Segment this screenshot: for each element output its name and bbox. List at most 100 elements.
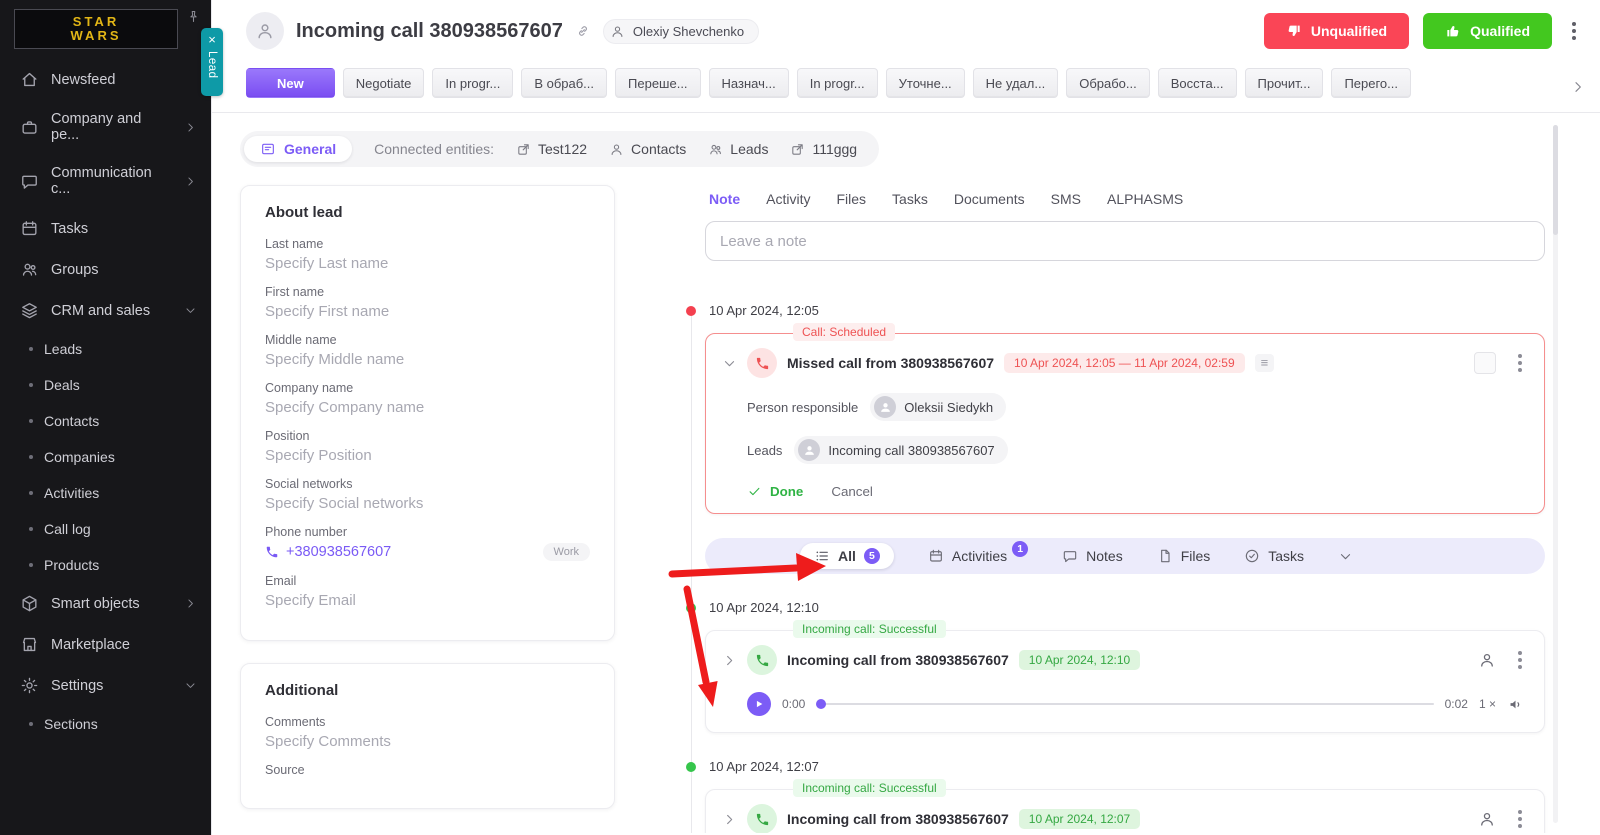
owner-chip[interactable]: Olexiy Shevchenko [602, 18, 760, 44]
sidebar-item-groups[interactable]: Groups [0, 249, 211, 290]
filter-chevron-down-icon[interactable] [1338, 549, 1353, 564]
lead-drawer-tab[interactable]: × Lead [201, 28, 223, 96]
sidebar-item-communication-c[interactable]: Communication c... [0, 154, 211, 208]
sidebar-item-settings[interactable]: Settings [0, 665, 211, 706]
pin-icon[interactable] [186, 9, 201, 24]
field-placeholder[interactable]: Specify Last name [265, 255, 590, 272]
done-button[interactable]: Done [747, 484, 803, 499]
volume-icon[interactable] [1507, 696, 1524, 713]
stage-button-9-item[interactable]: Обрабо... [1066, 68, 1150, 98]
note-input[interactable] [705, 221, 1545, 261]
composer-tab-alphasms[interactable]: ALPHASMS [1107, 191, 1183, 207]
sidebar-item-crm-and-sales[interactable]: CRM and sales [0, 290, 211, 331]
playback-rate[interactable]: 1 × [1479, 697, 1496, 711]
phone-link[interactable]: +380938567607 [265, 544, 391, 560]
field-placeholder[interactable]: Specify Position [265, 447, 590, 464]
avatar [798, 439, 821, 461]
stage-button-7-item[interactable]: Уточне... [885, 68, 965, 98]
chevron-down-icon [184, 304, 197, 317]
entry-menu-button[interactable] [1512, 350, 1528, 376]
field-placeholder[interactable]: Specify Comments [265, 733, 590, 750]
composer-tab-files[interactable]: Files [836, 191, 866, 207]
sidebar-subitem-deals[interactable]: Deals [0, 367, 211, 403]
sidebar-item-tasks[interactable]: Tasks [0, 208, 211, 249]
call-time-chip: 10 Apr 2024, 12:07 [1018, 809, 1141, 829]
audio-seekbar[interactable] [816, 699, 1434, 709]
stage-button-8-item[interactable]: Не удал... [972, 68, 1059, 98]
filter-activities[interactable]: Activities 1 [928, 541, 1029, 564]
entity-link-111ggg[interactable]: 111ggg [790, 141, 857, 157]
sidebar-subitem-contacts[interactable]: Contacts [0, 403, 211, 439]
sidebar-subitem-sections[interactable]: Sections [0, 706, 211, 742]
timeline-dot-green [686, 602, 696, 613]
sidebar-subitem-products[interactable]: Products [0, 547, 211, 583]
stages-scroll-right-icon[interactable] [1570, 79, 1586, 95]
header-menu-button[interactable] [1566, 18, 1582, 44]
store-icon [20, 635, 39, 654]
composer-tab-sms[interactable]: SMS [1051, 191, 1081, 207]
lead-header: Incoming call 380938567607 Olexiy Shevch… [212, 0, 1600, 62]
scrollbar-thumb[interactable] [1553, 125, 1558, 235]
person-responsible-chip[interactable]: Oleksii Siedykh [870, 393, 1007, 421]
filter-tasks[interactable]: Tasks [1244, 548, 1304, 564]
avatar [874, 396, 897, 418]
phone-type-chip: Work [542, 543, 590, 561]
field-placeholder[interactable]: Specify Email [265, 592, 590, 609]
call-title: Missed call from 380938567607 [787, 355, 995, 371]
field-placeholder[interactable]: Specify Social networks [265, 495, 590, 512]
sidebar-subitem-leads[interactable]: Leads [0, 331, 211, 367]
stage-button-3-item[interactable]: В обраб... [521, 68, 608, 98]
audio-seek-handle[interactable] [816, 699, 827, 709]
field-placeholder[interactable]: Specify Middle name [265, 351, 590, 368]
sidebar-item-company-and-pe[interactable]: Company and pe... [0, 100, 211, 154]
chevron-right-icon[interactable] [722, 812, 737, 827]
filter-files[interactable]: Files [1157, 548, 1210, 564]
sidebar-subitem-call-log[interactable]: Call log [0, 511, 211, 547]
field-placeholder[interactable]: Specify First name [265, 303, 590, 320]
stage-button-6-in-progr[interactable]: In progr... [796, 68, 878, 98]
lead-link-chip[interactable]: Incoming call 380938567607 [794, 436, 1008, 464]
entity-link-test122[interactable]: Test122 [516, 141, 587, 157]
sidebar-item-smart-objects[interactable]: Smart objects [0, 583, 211, 624]
entry-menu-button[interactable] [1512, 647, 1528, 673]
app-logo[interactable]: STAR WARS [14, 9, 178, 49]
cancel-button[interactable]: Cancel [831, 484, 873, 499]
stage-button-4-item[interactable]: Переше... [615, 68, 701, 98]
stage-button-11-item[interactable]: Прочит... [1244, 68, 1324, 98]
content-scrollbar[interactable] [1553, 125, 1558, 823]
close-icon[interactable]: × [208, 33, 216, 46]
stage-button-2-in-progr[interactable]: In progr... [432, 68, 514, 98]
filter-notes[interactable]: Notes [1062, 548, 1123, 564]
chevron-down-icon[interactable] [722, 356, 737, 371]
filter-all[interactable]: All 5 [800, 543, 894, 569]
field-placeholder[interactable]: Specify Company name [265, 399, 590, 416]
chat-icon [1062, 548, 1078, 564]
person-icon[interactable] [1478, 651, 1496, 669]
cube-icon [20, 594, 39, 613]
copy-link-icon[interactable] [575, 23, 591, 39]
stage-button-5-item[interactable]: Назнач... [708, 68, 789, 98]
composer-tab-activity[interactable]: Activity [766, 191, 810, 207]
assignee-placeholder[interactable] [1474, 352, 1496, 374]
tab-general[interactable]: General [244, 136, 353, 162]
sidebar-subitem-companies[interactable]: Companies [0, 439, 211, 475]
composer-tab-tasks[interactable]: Tasks [892, 191, 928, 207]
stage-button-12-item[interactable]: Перего... [1331, 68, 1411, 98]
stage-button-10-item[interactable]: Восста... [1157, 68, 1237, 98]
person-icon[interactable] [1478, 810, 1496, 828]
composer-tab-documents[interactable]: Documents [954, 191, 1025, 207]
composer-tab-note[interactable]: Note [709, 191, 740, 207]
stage-button-0-new[interactable]: New [246, 68, 335, 98]
play-button[interactable] [747, 692, 771, 716]
sidebar-item-marketplace[interactable]: Marketplace [0, 624, 211, 665]
unqualified-button[interactable]: Unqualified [1263, 13, 1410, 49]
entry-menu-button[interactable] [1512, 806, 1528, 832]
qualified-button[interactable]: Qualified [1423, 13, 1552, 49]
chevron-right-icon[interactable] [722, 653, 737, 668]
stage-button-1-negotiate[interactable]: Negotiate [342, 68, 425, 98]
incoming-call-icon [747, 804, 777, 833]
entity-link-leads[interactable]: Leads [708, 141, 768, 157]
sidebar-subitem-activities[interactable]: Activities [0, 475, 211, 511]
sidebar-item-newsfeed[interactable]: Newsfeed [0, 59, 211, 100]
entity-link-contacts[interactable]: Contacts [609, 141, 686, 157]
